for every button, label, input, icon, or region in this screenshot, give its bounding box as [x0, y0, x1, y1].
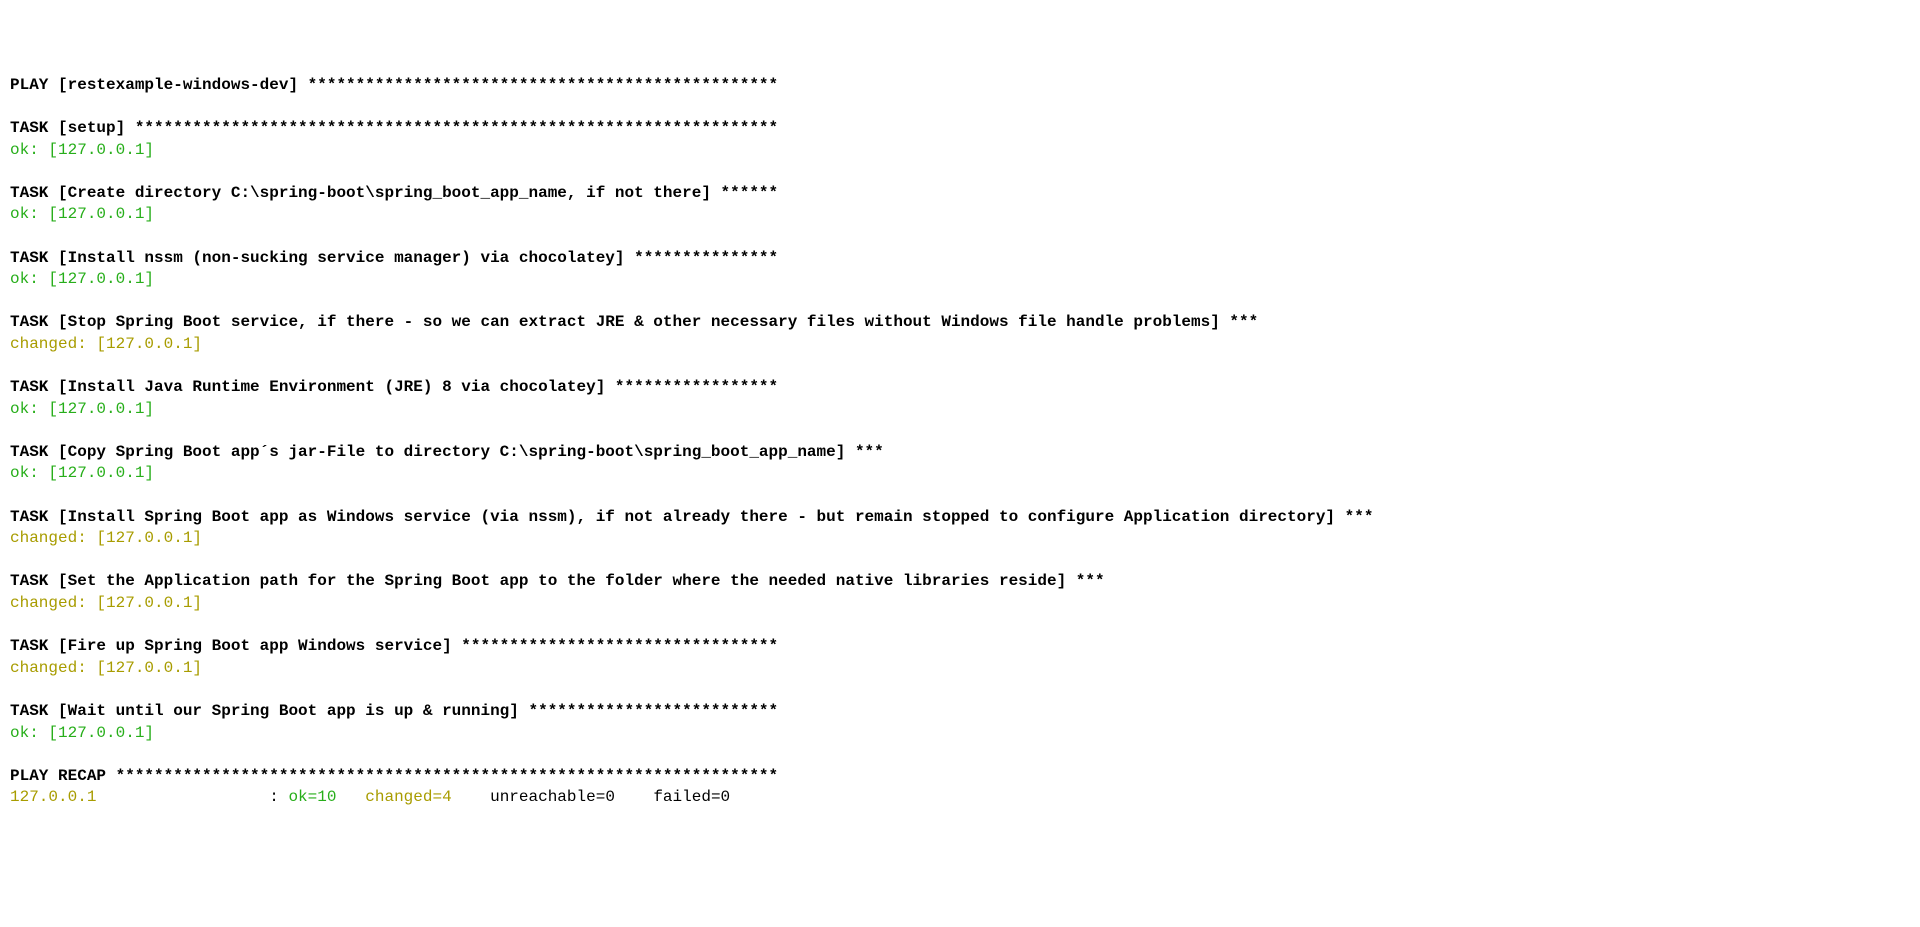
task-header-0: TASK [setup] ***************************…	[10, 118, 1910, 140]
task-status-1: ok: [127.0.0.1]	[10, 204, 1910, 226]
task-header-1: TASK [Create directory C:\spring-boot\sp…	[10, 183, 1910, 205]
blank-line	[10, 744, 1910, 766]
recap-failed: failed=0	[653, 788, 730, 806]
task-header-4: TASK [Install Java Runtime Environment (…	[10, 377, 1910, 399]
blank-line	[10, 615, 1910, 637]
play-recap-header: PLAY RECAP *****************************…	[10, 766, 1910, 788]
task-header-2: TASK [Install nssm (non-sucking service …	[10, 248, 1910, 270]
task-header-3: TASK [Stop Spring Boot service, if there…	[10, 312, 1910, 334]
recap-separator: :	[96, 788, 288, 806]
blank-line	[10, 96, 1910, 118]
blank-line	[10, 420, 1910, 442]
task-status-5: ok: [127.0.0.1]	[10, 463, 1910, 485]
task-header-6: TASK [Install Spring Boot app as Windows…	[10, 507, 1910, 529]
task-header-7: TASK [Set the Application path for the S…	[10, 571, 1910, 593]
blank-line	[10, 356, 1910, 378]
task-header-5: TASK [Copy Spring Boot app´s jar-File to…	[10, 442, 1910, 464]
blank-line	[10, 291, 1910, 313]
ansible-output: PLAY [restexample-windows-dev] *********…	[10, 75, 1910, 809]
recap-changed: changed=4	[365, 788, 490, 806]
task-status-7: changed: [127.0.0.1]	[10, 593, 1910, 615]
task-header-8: TASK [Fire up Spring Boot app Windows se…	[10, 636, 1910, 658]
blank-line	[10, 161, 1910, 183]
blank-line	[10, 485, 1910, 507]
play-header: PLAY [restexample-windows-dev] *********…	[10, 75, 1910, 97]
blank-line	[10, 226, 1910, 248]
task-status-3: changed: [127.0.0.1]	[10, 334, 1910, 356]
task-status-4: ok: [127.0.0.1]	[10, 399, 1910, 421]
task-status-9: ok: [127.0.0.1]	[10, 723, 1910, 745]
blank-line	[10, 550, 1910, 572]
recap-unreachable: unreachable=0	[490, 788, 653, 806]
task-status-2: ok: [127.0.0.1]	[10, 269, 1910, 291]
task-status-6: changed: [127.0.0.1]	[10, 528, 1910, 550]
recap-host: 127.0.0.1	[10, 788, 96, 806]
recap-ok: ok=10	[288, 788, 365, 806]
play-recap-line: 127.0.0.1 : ok=10 changed=4 unreachable=…	[10, 787, 1910, 809]
task-status-0: ok: [127.0.0.1]	[10, 140, 1910, 162]
blank-line	[10, 679, 1910, 701]
task-header-9: TASK [Wait until our Spring Boot app is …	[10, 701, 1910, 723]
task-status-8: changed: [127.0.0.1]	[10, 658, 1910, 680]
